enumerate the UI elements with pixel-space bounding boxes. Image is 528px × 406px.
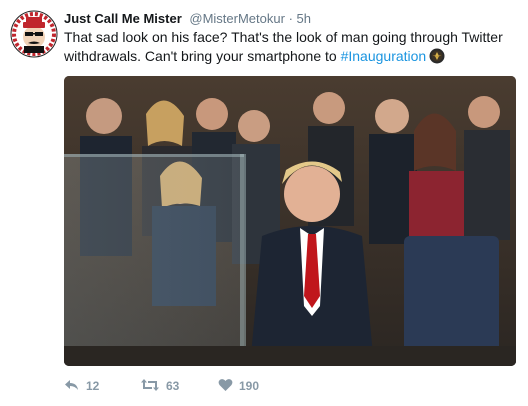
- heart-icon: [218, 378, 233, 395]
- tweet-actions: 12 63 190: [64, 376, 279, 396]
- retweet-count: 63: [166, 379, 180, 393]
- mister-metokur-avatar-icon: [10, 10, 58, 58]
- like-button[interactable]: 190: [218, 378, 259, 395]
- tweet-card[interactable]: Just Call Me Mister @MisterMetokur · 5h …: [0, 0, 528, 406]
- hashtag-link[interactable]: #Inauguration: [341, 48, 427, 64]
- user-handle[interactable]: @MisterMetokur: [189, 11, 285, 26]
- display-name[interactable]: Just Call Me Mister: [64, 11, 182, 26]
- tweet-header: Just Call Me Mister @MisterMetokur · 5h: [64, 11, 311, 27]
- inauguration-seal-icon: [429, 48, 445, 69]
- tweet-photo[interactable]: [64, 76, 516, 366]
- retweet-button[interactable]: 63: [140, 378, 198, 395]
- timestamp[interactable]: 5h: [297, 11, 311, 26]
- separator: ·: [288, 11, 293, 26]
- avatar[interactable]: [10, 10, 58, 58]
- reply-button[interactable]: 12: [64, 378, 120, 395]
- reply-icon: [64, 378, 80, 395]
- retweet-icon: [140, 378, 160, 395]
- reply-count: 12: [86, 379, 100, 393]
- tweet-text: That sad look on his face? That's the lo…: [64, 28, 514, 69]
- like-count: 190: [239, 379, 260, 393]
